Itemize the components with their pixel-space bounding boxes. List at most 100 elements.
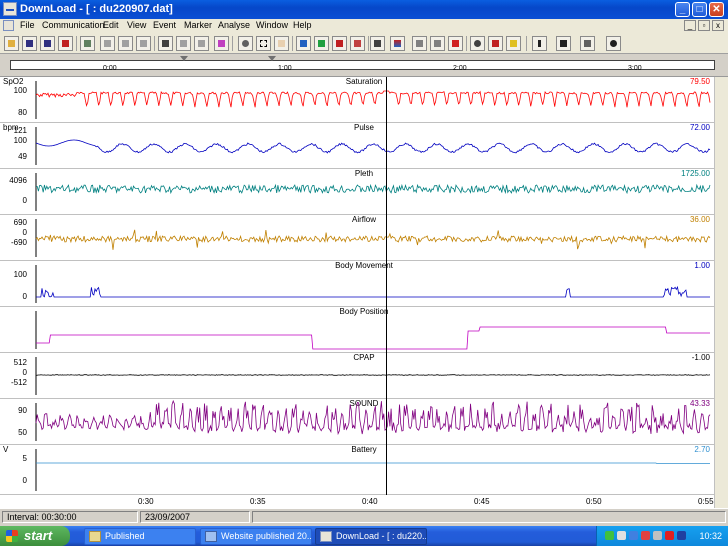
montage-icon[interactable] [556,36,571,51]
save-as-icon[interactable] [40,36,55,51]
system-tray: 10:32 [596,526,728,546]
channel-panel[interactable]: Body Position [0,307,728,353]
menu-marker[interactable]: Marker [184,20,212,30]
minimize-button[interactable]: _ [675,2,690,17]
event-remove-icon[interactable] [332,36,347,51]
analysis-icon[interactable] [296,36,311,51]
tray-app-icon[interactable] [629,531,638,540]
event-add-icon[interactable] [314,36,329,51]
channel-panel[interactable]: Saturation SpO2 79.50 100 80 [0,77,728,123]
overview-timeline[interactable]: 0:00 1:00 2:00 3:00 [0,54,728,76]
antivirus-icon[interactable] [665,531,674,540]
channel-unit: V [3,445,9,454]
export-icon[interactable] [430,36,445,51]
channel-panel[interactable]: Airflow 36.00 690 0 -690 [0,215,728,261]
time-tick-label: 0:55 [698,497,714,506]
marker-icon[interactable] [350,36,365,51]
y-tick-label: 90 [18,406,27,415]
scroll-left-icon[interactable] [158,36,173,51]
menu-analyse[interactable]: Analyse [218,20,250,30]
taskbar-item-website[interactable]: Website published 20... [200,528,312,545]
page-right-icon[interactable] [194,36,209,51]
hand-pan-icon[interactable] [274,36,289,51]
tray-app-icon[interactable] [677,531,686,540]
clock: 10:32 [699,531,722,541]
time-tick-label: 0:35 [250,497,266,506]
application-window: DownLoad - [ : du220907.dat] _ □ ✕ File … [0,0,728,526]
channel-trace [35,173,711,211]
menu-help[interactable]: Help [293,20,312,30]
scroll-right-icon[interactable] [176,36,191,51]
menu-bar: File Communication Edit View Event Marke… [0,19,728,33]
y-tick-label: 100 [13,86,27,95]
status-empty [252,511,726,523]
title-bar[interactable]: DownLoad - [ : du220907.dat] _ □ ✕ [0,0,728,19]
overview-end-marker[interactable] [268,56,276,61]
search-icon[interactable] [238,36,253,51]
open-folder-icon[interactable] [4,36,19,51]
mdi-minimize-button[interactable]: _ [684,20,696,31]
ftp-icon[interactable] [488,36,503,51]
pdf-icon[interactable] [448,36,463,51]
signal-line [35,399,711,436]
y-tick-label: 50 [18,428,27,437]
settings-panel-icon[interactable] [580,36,595,51]
signal-line [35,139,711,154]
security-icon[interactable] [641,531,650,540]
y-tick-label: 0 [22,228,27,237]
signal-line [35,229,711,250]
signal-plot-area[interactable]: Saturation SpO2 79.50 100 80 Pulse bpm 72.00 121… [0,76,728,509]
time-tick-label: 0:40 [362,497,378,506]
save-icon[interactable] [22,36,37,51]
menu-event[interactable]: Event [153,20,176,30]
network-icon[interactable] [605,531,614,540]
zoom-out-time-icon[interactable] [118,36,133,51]
y-tick-label: 49 [18,152,27,161]
channel-panel[interactable]: SOUND 43.33 90 50 [0,399,728,445]
channel-trace [35,449,710,491]
mdi-restore-button[interactable]: ▫ [698,20,710,31]
channel-panel[interactable]: Pulse bpm 72.00 121 100 49 [0,123,728,169]
document-icon[interactable] [3,20,14,31]
menu-file[interactable]: File [20,20,35,30]
time-cursor[interactable] [386,77,387,495]
volume-icon[interactable] [617,531,626,540]
signal-line [35,374,711,376]
menu-view[interactable]: View [127,20,146,30]
toolbar [0,33,728,54]
close-button[interactable]: ✕ [709,2,724,17]
channel-colors-icon[interactable] [214,36,229,51]
overview-label: 0:00 [103,65,117,72]
email-icon[interactable] [470,36,485,51]
app-icon [320,531,332,542]
download-icon[interactable] [80,36,95,51]
overview-start-marker[interactable] [180,56,188,61]
channel-panel[interactable]: Battery V 2.70 5 0 [0,445,728,495]
vertical-scrollbar[interactable] [714,77,728,509]
down-arrow-icon[interactable] [532,36,547,51]
layout-icon[interactable] [390,36,405,51]
select-region-icon[interactable] [256,36,271,51]
tray-app-icon[interactable] [653,531,662,540]
maximize-button[interactable]: □ [692,2,707,17]
channel-panel[interactable]: CPAP -1.00 512 0 -512 [0,353,728,399]
taskbar: start Published Website published 20... … [0,526,728,546]
print-icon[interactable] [370,36,385,51]
channel-panel[interactable]: Pleth 1725.00 4096 0 [0,169,728,215]
taskbar-item-published[interactable]: Published [84,528,196,545]
zoom-in-time-icon[interactable] [100,36,115,51]
align-icon[interactable] [136,36,151,51]
menu-window[interactable]: Window [256,20,288,30]
time-tick-label: 0:50 [586,497,602,506]
mdi-close-button[interactable]: x [712,20,724,31]
menu-edit[interactable]: Edit [103,20,119,30]
channel-panel[interactable]: Body Movement 1.00 100 0 [0,261,728,307]
users-icon[interactable] [506,36,521,51]
menu-communication[interactable]: Communication [42,20,105,30]
start-button[interactable]: start [0,526,70,546]
delete-icon[interactable] [58,36,73,51]
sound-icon[interactable] [606,36,621,51]
taskbar-item-download[interactable]: DownLoad - [ : du220... [315,528,427,545]
report-icon[interactable] [412,36,427,51]
status-bar: Interval: 00:30:00 23/09/2007 [0,508,728,524]
